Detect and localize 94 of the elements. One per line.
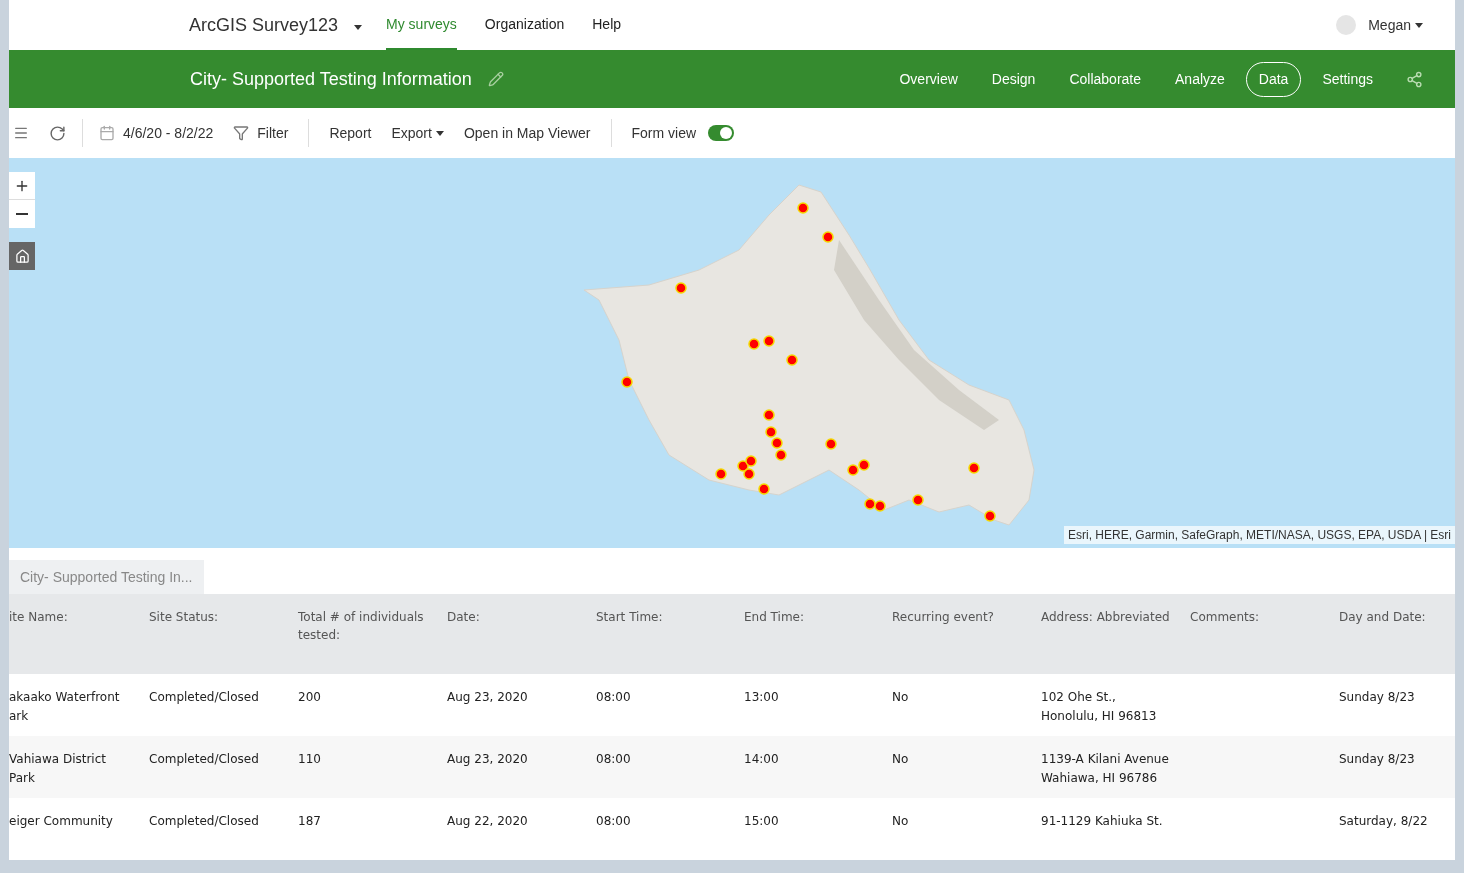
- location-marker[interactable]: [765, 426, 777, 438]
- table-cell: No: [892, 752, 909, 766]
- table-cell: 91-1129 Kahiuka St.: [1041, 814, 1163, 828]
- column-header[interactable]: Comments:: [1190, 608, 1339, 626]
- table-cell: Aug 23, 2020: [447, 690, 528, 704]
- caret-icon: [1415, 22, 1423, 28]
- location-marker[interactable]: [763, 409, 775, 421]
- location-marker[interactable]: [786, 354, 798, 366]
- zoom-out-button[interactable]: [9, 200, 35, 228]
- table-cell: Aug 23, 2020: [447, 752, 528, 766]
- location-marker[interactable]: [745, 455, 757, 467]
- location-marker[interactable]: [621, 376, 633, 388]
- table-cell: 187: [298, 814, 321, 828]
- table-cell: 1139-A Kilani Avenue Wahiawa, HI 96786: [1041, 752, 1169, 785]
- table-cell: 08:00: [596, 814, 631, 828]
- survey-tab[interactable]: Settings: [1309, 61, 1386, 97]
- toolbar-action[interactable]: Report: [329, 122, 372, 144]
- table-cell: Aug 22, 2020: [447, 814, 528, 828]
- location-marker[interactable]: [968, 462, 980, 474]
- location-marker[interactable]: [864, 498, 876, 510]
- location-marker[interactable]: [825, 438, 837, 450]
- location-marker[interactable]: [912, 494, 924, 506]
- column-header[interactable]: End Time:: [744, 608, 892, 626]
- column-header[interactable]: Total # of individuals tested:: [298, 608, 447, 644]
- caret-icon: [435, 130, 444, 136]
- app-title: ArcGIS Survey123: [189, 13, 339, 37]
- map[interactable]: Esri, HERE, Garmin, SafeGraph, METI/NASA, USGS, EPA, USDA | Esri: [9, 158, 1455, 548]
- form-view-toggle[interactable]: [708, 125, 735, 141]
- location-marker[interactable]: [763, 335, 775, 347]
- table-cell: 08:00: [596, 752, 631, 766]
- user-menu[interactable]: Megan: [1368, 14, 1423, 36]
- location-marker[interactable]: [743, 468, 755, 480]
- menu-icon[interactable]: [13, 125, 29, 141]
- location-marker[interactable]: [822, 231, 834, 243]
- table-cell: Completed/Closed: [149, 752, 259, 766]
- location-marker[interactable]: [984, 510, 996, 522]
- nav-link[interactable]: Organization: [484, 0, 565, 50]
- location-marker[interactable]: [748, 338, 760, 350]
- share-icon[interactable]: [1406, 70, 1423, 88]
- column-header[interactable]: Address: Abbreviated: [1041, 608, 1190, 626]
- form-view-label: Form view: [631, 123, 697, 143]
- table-cell: No: [892, 814, 909, 828]
- table-cell: Sunday 8/23: [1339, 752, 1415, 766]
- nav-link[interactable]: Help: [592, 0, 622, 50]
- location-marker[interactable]: [771, 437, 783, 449]
- column-header[interactable]: Site Status:: [149, 608, 298, 626]
- table-cell: Completed/Closed: [149, 690, 259, 704]
- table-cell: No: [892, 690, 909, 704]
- user-avatar: [1336, 15, 1357, 35]
- location-marker[interactable]: [675, 282, 687, 294]
- toolbar-action[interactable]: Export: [391, 122, 444, 144]
- table-cell: Completed/Closed: [149, 814, 259, 828]
- location-marker[interactable]: [797, 202, 809, 214]
- table-cell: Saturday, 8/22: [1339, 814, 1428, 828]
- survey-tab[interactable]: Overview: [886, 61, 971, 97]
- table-cell: Vahiawa District Park: [9, 752, 106, 785]
- date-range-button[interactable]: 4/6/20 - 8/2/22: [99, 122, 214, 144]
- table-cell: Sunday 8/23: [1339, 690, 1415, 704]
- survey-title: City- Supported Testing Information: [190, 67, 472, 91]
- location-marker[interactable]: [758, 483, 770, 495]
- refresh-icon[interactable]: [49, 124, 66, 142]
- map-attribution: Esri, HERE, Garmin, SafeGraph, METI/NASA, USGS, EPA, USDA | Esri: [1064, 526, 1455, 544]
- table-cell: 15:00: [744, 814, 779, 828]
- home-button[interactable]: [9, 242, 35, 270]
- caret-icon: [354, 25, 363, 30]
- location-marker[interactable]: [847, 464, 859, 476]
- filter-button[interactable]: Filter: [233, 122, 289, 144]
- minus-icon: [16, 213, 28, 215]
- table-cell: 102 Ohe St., Honolulu, HI 96813: [1041, 690, 1157, 723]
- survey-tab[interactable]: Analyze: [1162, 61, 1238, 97]
- table-cell: eiger Community: [9, 814, 113, 828]
- home-icon: [14, 248, 30, 264]
- column-header[interactable]: Day and Date:: [1339, 608, 1457, 626]
- location-marker[interactable]: [874, 500, 886, 512]
- table-cell: 14:00: [744, 752, 779, 766]
- filter-icon: [233, 125, 250, 141]
- column-header[interactable]: ite Name:: [9, 608, 149, 626]
- column-header[interactable]: Start Time:: [596, 608, 744, 626]
- calendar-icon: [99, 125, 115, 141]
- location-marker[interactable]: [858, 459, 870, 471]
- table-cell: 13:00: [744, 690, 779, 704]
- table-cell: 08:00: [596, 690, 631, 704]
- location-marker[interactable]: [775, 449, 787, 461]
- table-cell: akaako Waterfront ark: [9, 690, 120, 723]
- location-marker[interactable]: [715, 468, 727, 480]
- table-cell: 200: [298, 690, 321, 704]
- toolbar-action[interactable]: Open in Map Viewer: [463, 122, 591, 144]
- survey-tab[interactable]: Collaborate: [1056, 61, 1154, 97]
- column-header[interactable]: Date:: [447, 608, 596, 626]
- survey-tab[interactable]: Design: [978, 61, 1049, 97]
- column-header[interactable]: Recurring event?: [892, 608, 1041, 626]
- zoom-in-button[interactable]: [9, 172, 35, 200]
- pencil-icon[interactable]: [487, 71, 504, 87]
- table-cell: 110: [298, 752, 321, 766]
